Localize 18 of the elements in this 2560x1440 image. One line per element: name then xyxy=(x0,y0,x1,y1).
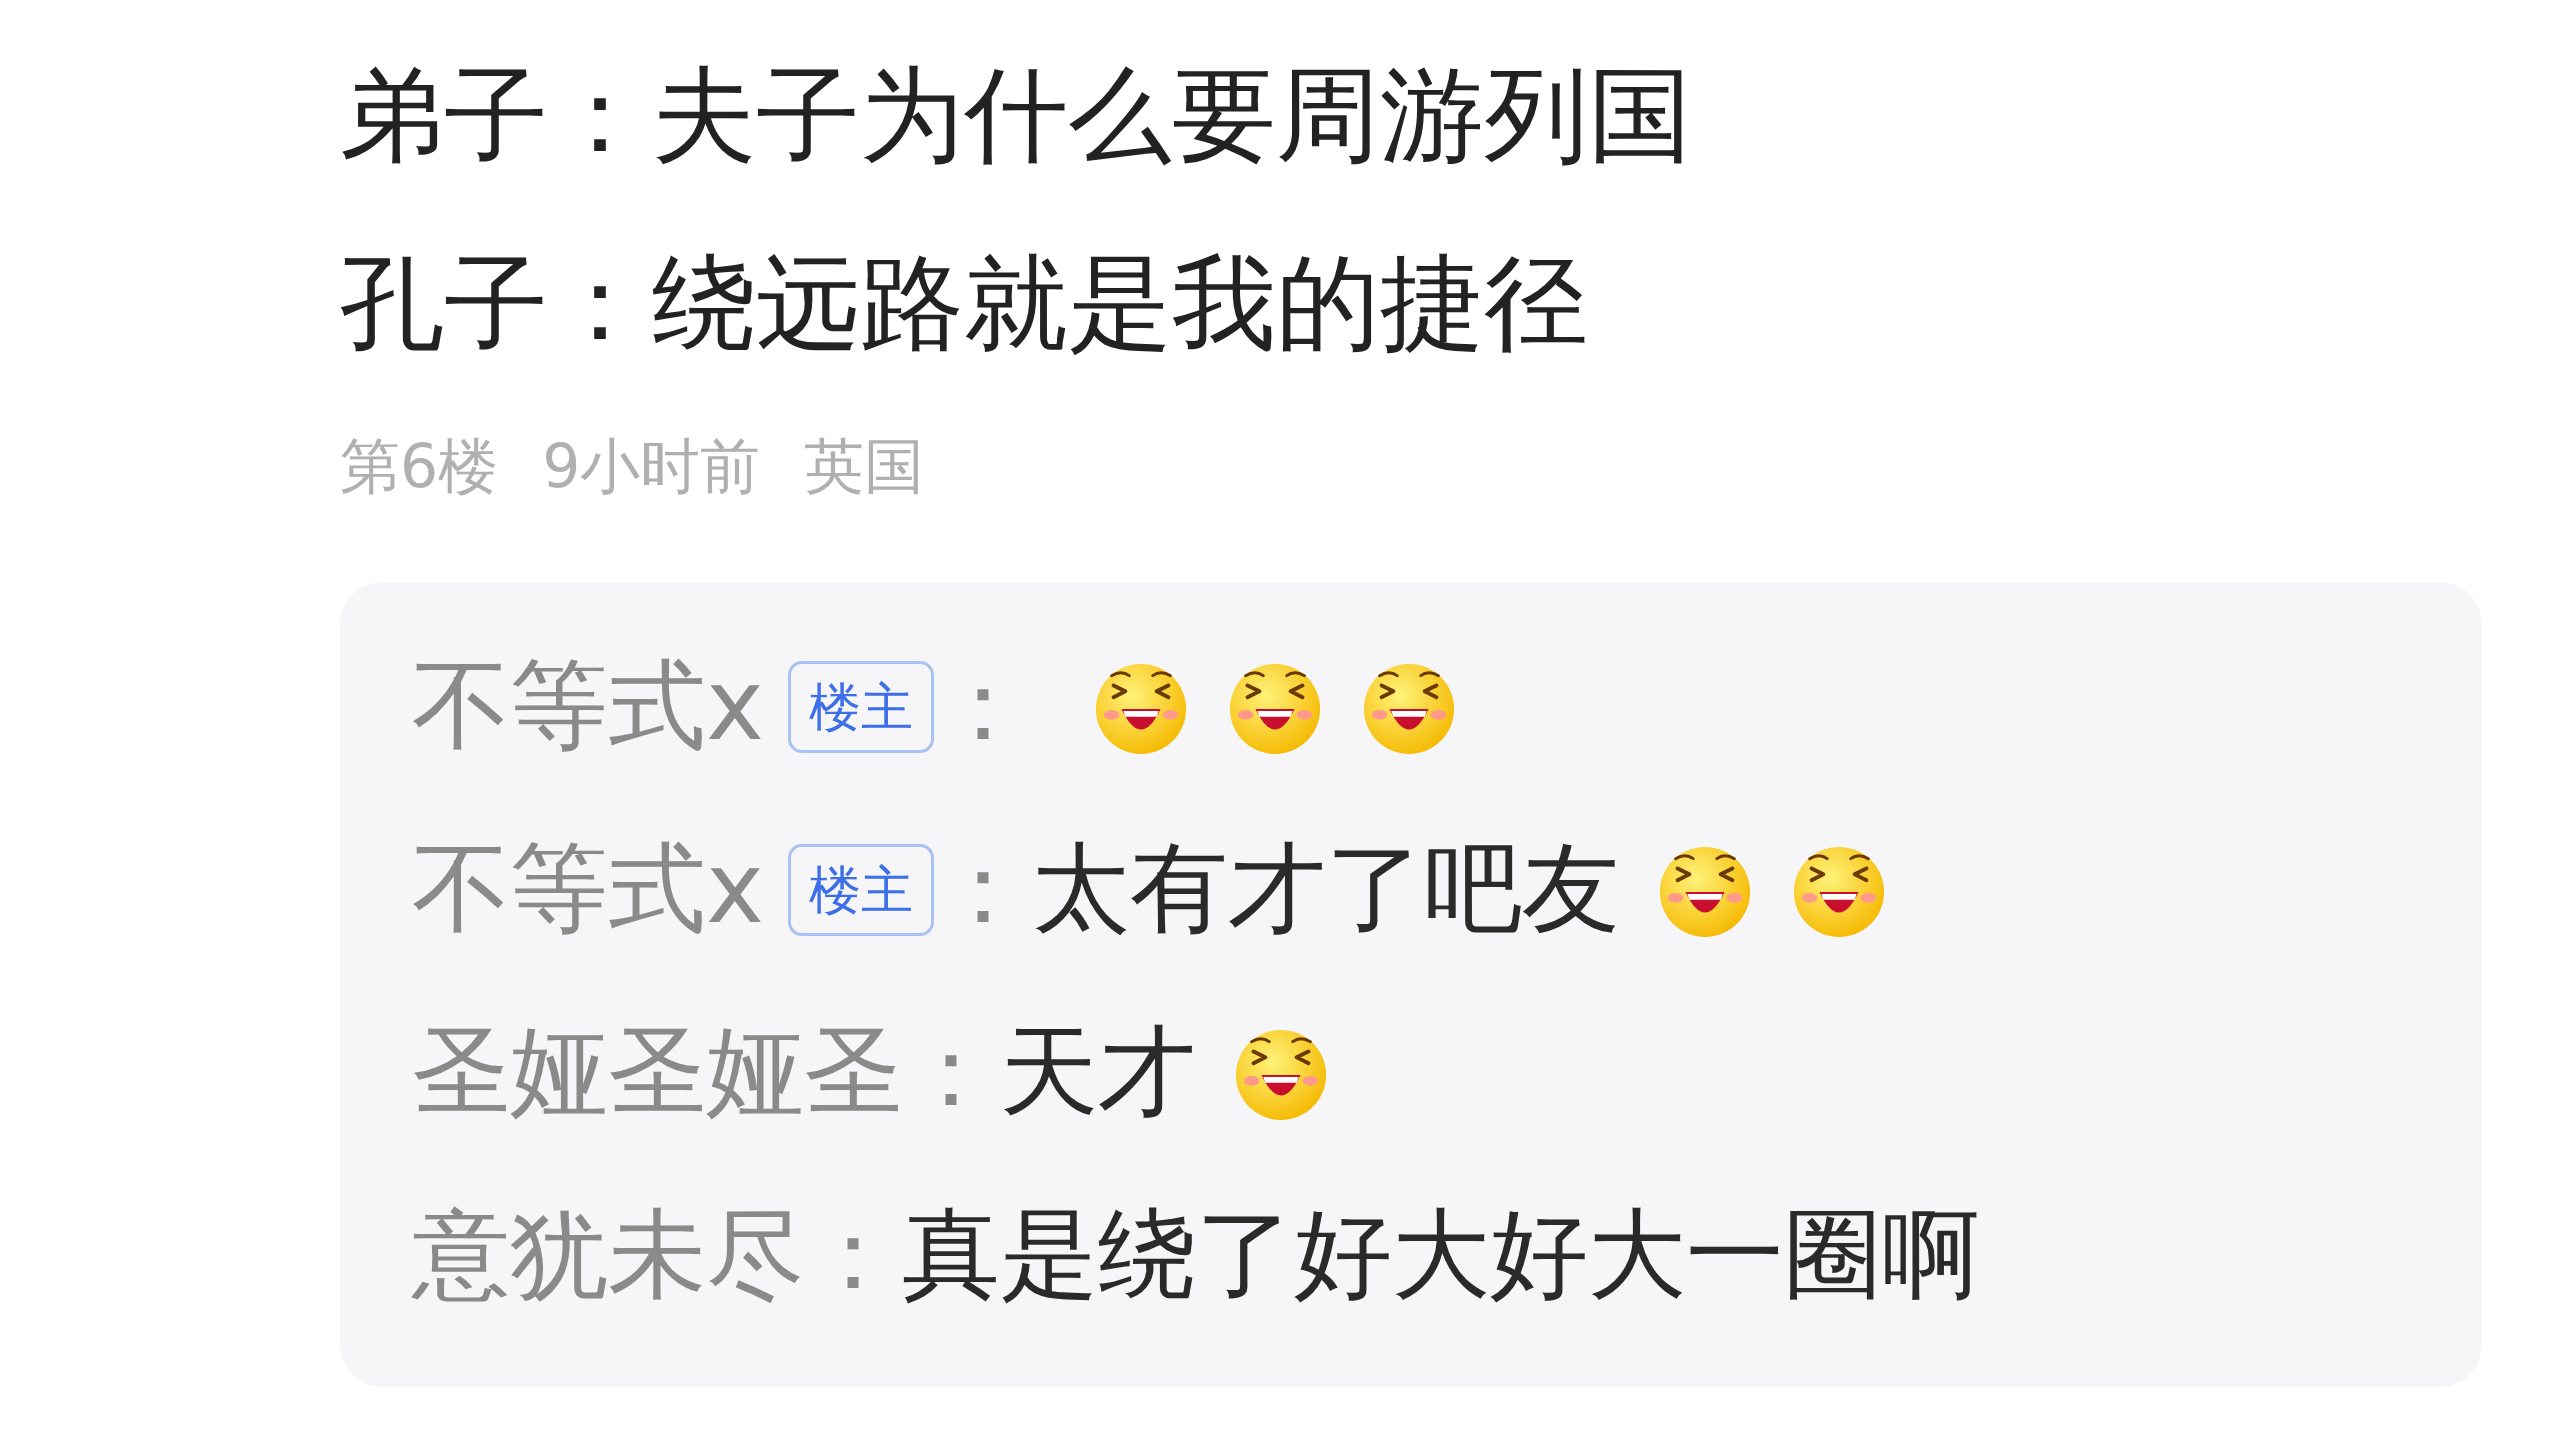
reply-author[interactable]: 圣娅圣娅圣 xyxy=(412,1006,902,1139)
reply-text: 太有才了吧友 xyxy=(1032,829,1620,947)
reply-text: 天才 xyxy=(1000,1012,1196,1130)
author-badge: 楼主 xyxy=(788,660,934,753)
post-meta-text: 英国 xyxy=(804,429,925,503)
post-meta-text: 9小时前 xyxy=(542,429,761,503)
reply-text: 真是绕了好大好大一圈啊 xyxy=(902,1195,1980,1313)
separator-text: ： xyxy=(902,1012,1000,1130)
reply-author[interactable]: 不等式x xyxy=(412,640,764,773)
separator-text: ： xyxy=(804,1195,902,1313)
post-text: 弟子：夫子为什么要周游列国 xyxy=(340,53,1693,178)
reply-author[interactable]: 意犹未尽 xyxy=(412,1189,804,1322)
separator-text: ： xyxy=(934,646,1032,764)
separator-text: ： xyxy=(934,829,1032,947)
post-text: 孔子：绕远路就是我的捷径 xyxy=(340,241,1589,366)
post-meta-text: 第6楼 xyxy=(340,429,499,503)
reply-author[interactable]: 不等式x xyxy=(412,823,764,956)
author-badge: 楼主 xyxy=(788,843,934,936)
